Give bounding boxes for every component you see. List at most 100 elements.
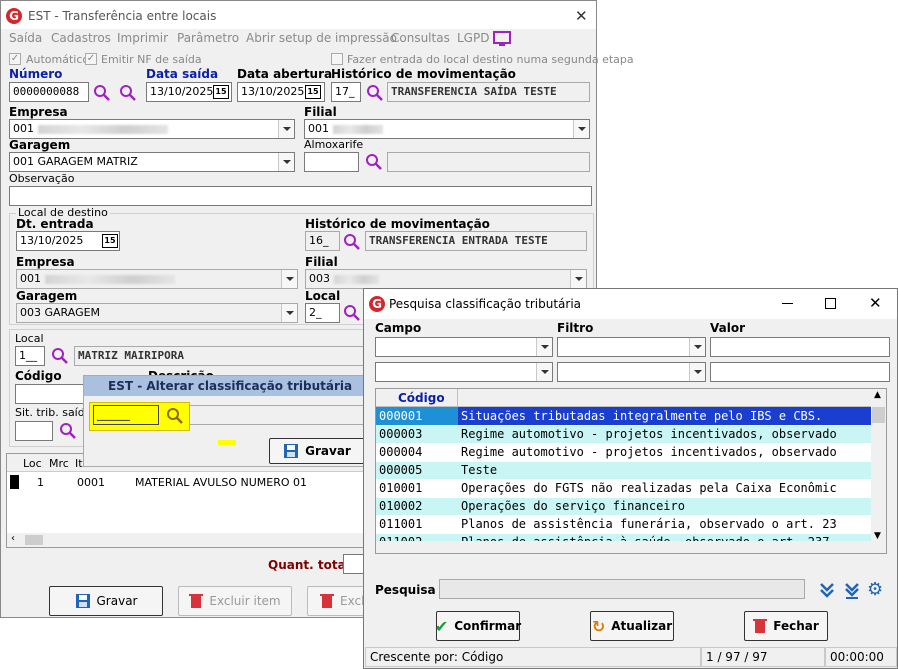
alterar-title: EST - Alterar classificação tributária: [108, 379, 353, 393]
table-row[interactable]: 1 0001 MATERIAL AVULSO NUMERO 01: [7, 473, 365, 491]
sit-trib-input[interactable]: [15, 421, 53, 441]
header-codigo[interactable]: Código: [398, 391, 445, 405]
observacao-input[interactable]: [9, 186, 592, 206]
menu-consultas[interactable]: Consultas: [391, 31, 450, 45]
results-vscrollbar[interactable]: ▲ ▼: [871, 389, 886, 553]
destino-historico-desc: TRANSFERENCIA ENTRADA TESTE: [365, 231, 587, 251]
row-code: 010001: [376, 479, 458, 498]
table-row[interactable]: 000001 Situações tributadas integralmente…: [376, 407, 873, 426]
grid-header-mrc[interactable]: Mrc: [49, 457, 69, 470]
fazer-entrada-label: Fazer entrada do local destino numa segu…: [347, 53, 634, 66]
campo-select-1[interactable]: [375, 337, 553, 357]
maximize-icon[interactable]: [825, 298, 836, 309]
status-order: Crescente por: Código: [365, 647, 701, 667]
search-sit-trib-icon[interactable]: [59, 422, 77, 440]
almoxarife-desc-field: [387, 152, 590, 172]
excluir-button[interactable]: Excl: [307, 586, 369, 616]
search-local-icon[interactable]: [51, 347, 69, 365]
refresh-icon: ↻: [591, 616, 606, 636]
filial-label: Filial: [304, 105, 337, 119]
menu-parametro[interactable]: Parâmetro: [177, 31, 239, 45]
expand-down-icon[interactable]: [818, 581, 836, 599]
destino-local-input[interactable]: 2_: [305, 303, 340, 323]
minimize-icon[interactable]: [782, 303, 793, 304]
historico-code-input[interactable]: 17_: [331, 82, 361, 102]
fechar-label: Fechar: [773, 619, 819, 633]
grid-hscrollbar[interactable]: ‹: [7, 533, 365, 547]
confirmar-button[interactable]: ✔ Confirmar: [435, 611, 521, 641]
settings-gear-icon[interactable]: ⚙: [867, 579, 883, 600]
menu-cadastros[interactable]: Cadastros: [51, 31, 111, 45]
numero-input[interactable]: 0000000088: [9, 82, 89, 102]
menu-imprimir[interactable]: Imprimir: [117, 31, 168, 45]
table-row[interactable]: 000005 Teste: [376, 461, 873, 480]
alterar-gravar-label: Gravar: [305, 444, 351, 458]
table-row[interactable]: 011001 Planos de assistência funerária, o…: [376, 515, 873, 534]
trash-icon: [189, 594, 204, 608]
menu-saida[interactable]: Saída: [9, 31, 42, 45]
scroll-bottom-icon[interactable]: [843, 581, 861, 599]
table-row[interactable]: 010001 Operações do FGTS não realizadas p…: [376, 479, 873, 498]
search-destino-historico-icon[interactable]: [343, 233, 361, 251]
search-alterar-icon[interactable]: [166, 407, 184, 425]
atualizar-label: Atualizar: [611, 619, 673, 633]
calendar-entrada-icon[interactable]: 15: [102, 234, 118, 248]
alterar-desc-field: [189, 405, 365, 425]
filtro-select-2[interactable]: [557, 362, 706, 382]
close-icon[interactable]: ✕: [575, 7, 588, 25]
historico-desc-field: TRANSFERENCIA SAÍDA TESTE: [387, 82, 590, 102]
row-code: 000001: [376, 407, 458, 426]
status-count: 1 / 97 / 97: [701, 647, 825, 667]
row-description: Teste: [458, 461, 873, 480]
empresa-select[interactable]: 001: [9, 119, 295, 139]
filtro-select-1[interactable]: [557, 337, 706, 357]
calendar-saida-icon[interactable]: 15: [213, 85, 229, 99]
destino-empresa-select[interactable]: 001: [16, 269, 298, 289]
excluir-item-button[interactable]: Excluir item: [178, 586, 292, 616]
gravar-button[interactable]: Gravar: [49, 586, 163, 616]
menu-lgpd[interactable]: LGPD: [457, 31, 489, 45]
calendar-abertura-icon[interactable]: 15: [305, 85, 321, 99]
destino-filial-select[interactable]: 003: [305, 269, 587, 289]
results-hscrollbar[interactable]: [376, 541, 873, 553]
search-numero-icon[interactable]: [93, 84, 111, 102]
search-historico-icon[interactable]: [366, 84, 384, 102]
almoxarife-input[interactable]: [304, 152, 359, 172]
table-row[interactable]: 000004 Regime automotivo - projetos incen…: [376, 443, 873, 462]
table-row[interactable]: 000003 Regime automotivo - projetos incen…: [376, 425, 873, 444]
local-input[interactable]: 1__: [15, 346, 45, 366]
search-almoxarife-icon[interactable]: [365, 153, 383, 171]
codigo-input[interactable]: [15, 384, 85, 404]
destino-garagem-select[interactable]: 003 GARAGEM: [16, 303, 298, 323]
items-grid[interactable]: Loc Mrc It 1 0001 MATERIAL AVULSO NUMERO…: [6, 453, 366, 548]
data-saida-label: Data saída: [146, 67, 219, 81]
valor-input-1[interactable]: [710, 337, 890, 357]
main-titlebar: G EST - Transferência entre locais ✕: [1, 1, 596, 29]
search-numero-2-icon[interactable]: [119, 84, 137, 102]
atualizar-button[interactable]: ↻ Atualizar: [590, 611, 674, 641]
alterar-code-input[interactable]: ______: [93, 405, 159, 425]
emitir-nf-checkbox[interactable]: ✓: [85, 53, 97, 65]
monitor-icon[interactable]: [493, 31, 511, 47]
valor-input-2[interactable]: [710, 362, 890, 382]
automatico-checkbox[interactable]: ✓: [9, 53, 21, 65]
grid-header-loc[interactable]: Loc: [23, 457, 42, 470]
row-indicator: [10, 475, 19, 489]
garagem-select[interactable]: 001 GARAGEM MATRIZ: [9, 152, 295, 172]
pesquisa-close-icon[interactable]: ✕: [869, 294, 882, 312]
results-grid[interactable]: Código 000001 Situações tributadas integr…: [375, 388, 887, 554]
table-row[interactable]: 010002 Operações do serviço financeiro: [376, 497, 873, 516]
campo-select-2[interactable]: [375, 362, 553, 382]
destino-garagem-label: Garagem: [16, 289, 78, 303]
fazer-entrada-checkbox[interactable]: [331, 53, 343, 65]
search-destino-local-icon[interactable]: [343, 304, 361, 322]
row-it: 0001: [77, 476, 105, 489]
pesquisa-input[interactable]: [439, 579, 805, 599]
menu-abrir-setup[interactable]: Abrir setup de impressão: [246, 31, 397, 45]
fechar-button[interactable]: Fechar: [744, 611, 828, 641]
pesquisa-title: Pesquisa classificação tributária: [389, 297, 582, 311]
alterar-gravar-button[interactable]: Gravar: [269, 438, 365, 464]
destino-historico-code[interactable]: 16_: [305, 231, 340, 251]
grid-header-it[interactable]: It: [75, 457, 83, 470]
filial-select[interactable]: 001: [304, 119, 590, 139]
